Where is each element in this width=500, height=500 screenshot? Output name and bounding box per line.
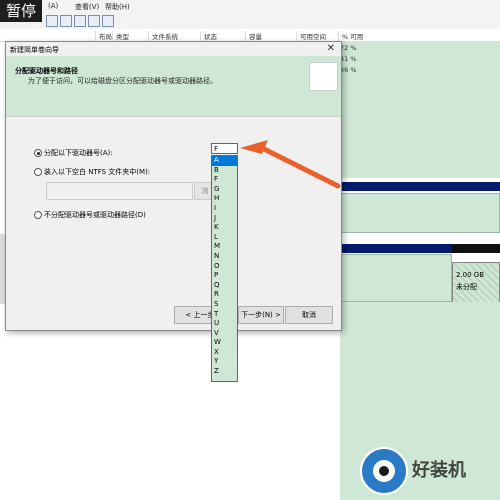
pause-badge[interactable]: 暂停 (0, 0, 42, 22)
annotation-arrow-icon (240, 140, 341, 189)
watermark-logo-icon (360, 447, 408, 495)
watermark-text: 好装机 (412, 460, 466, 481)
